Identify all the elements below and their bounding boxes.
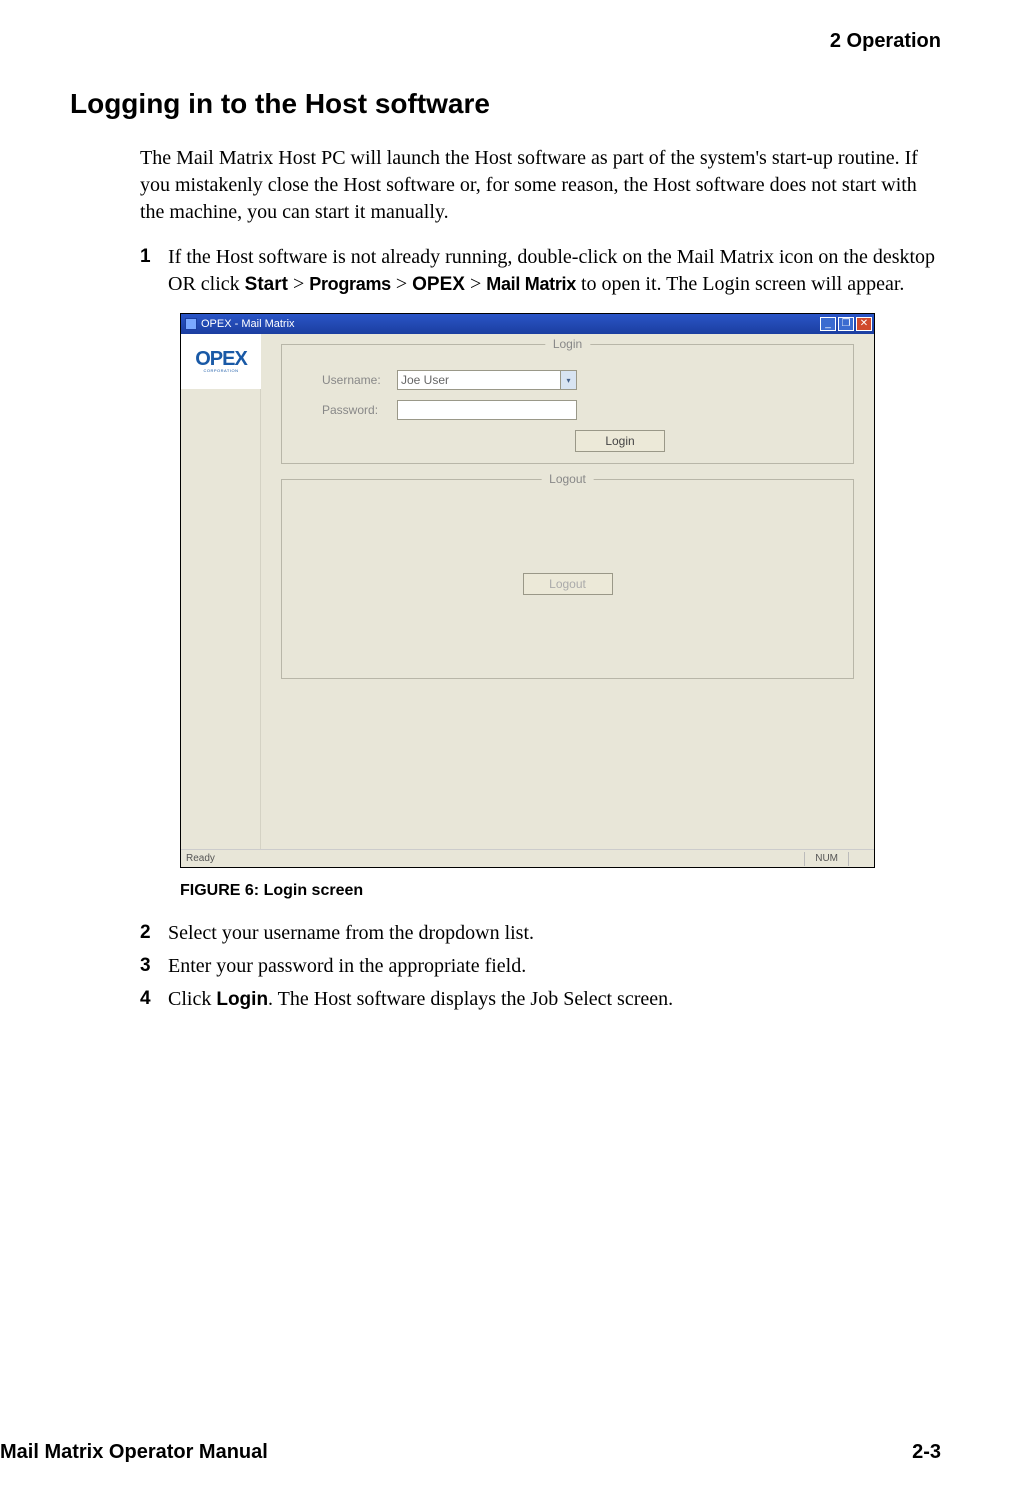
titlebar: OPEX - Mail Matrix _ ❐ ✕ xyxy=(181,314,874,334)
statusbar: Ready NUM xyxy=(181,849,874,867)
maximize-button[interactable]: ❐ xyxy=(838,317,854,331)
app-icon xyxy=(185,318,197,330)
sidebar: OPEX CORPORATION xyxy=(181,334,261,849)
username-dropdown[interactable]: Joe User ▾ xyxy=(397,370,577,390)
app-window: OPEX - Mail Matrix _ ❐ ✕ OPEX CORPORATIO… xyxy=(180,313,875,868)
logout-group: Logout Logout xyxy=(281,479,854,679)
login-group: Login Username: Joe User ▾ Password: xyxy=(281,344,854,464)
step-4-text: Click Login. The Host software displays … xyxy=(168,986,941,1013)
status-grip xyxy=(848,852,869,866)
figure-caption: FIGURE 6: Login screen xyxy=(180,882,875,900)
step-number: 3 xyxy=(140,953,168,980)
step-2-text: Select your username from the dropdown l… xyxy=(168,920,941,947)
login-button[interactable]: Login xyxy=(575,430,665,452)
close-button[interactable]: ✕ xyxy=(856,317,872,331)
logo-text: OPEX xyxy=(195,350,247,368)
step-2: 2 Select your username from the dropdown… xyxy=(140,920,941,947)
step-1: 1 If the Host software is not already ru… xyxy=(140,244,941,298)
window-title: OPEX - Mail Matrix xyxy=(201,318,820,330)
chevron-down-icon[interactable]: ▾ xyxy=(560,371,576,389)
logo-subtext: CORPORATION xyxy=(204,368,239,373)
login-legend: Login xyxy=(545,337,590,351)
step-number: 4 xyxy=(140,986,168,1013)
intro-paragraph: The Mail Matrix Host PC will launch the … xyxy=(140,145,941,226)
step-number: 1 xyxy=(140,244,168,298)
step-4: 4 Click Login. The Host software display… xyxy=(140,986,941,1013)
minimize-button[interactable]: _ xyxy=(820,317,836,331)
footer-right: 2-3 xyxy=(912,1441,941,1464)
logout-legend: Logout xyxy=(541,472,594,486)
chapter-header: 2 Operation xyxy=(70,30,941,53)
status-num: NUM xyxy=(804,852,848,866)
username-value: Joe User xyxy=(398,373,560,387)
status-ready: Ready xyxy=(186,853,804,864)
password-field[interactable] xyxy=(397,400,577,420)
username-label: Username: xyxy=(322,373,397,387)
step-number: 2 xyxy=(140,920,168,947)
footer-left: Mail Matrix Operator Manual xyxy=(0,1441,268,1464)
logo: OPEX CORPORATION xyxy=(181,334,261,389)
step-1-text: If the Host software is not already runn… xyxy=(168,244,941,298)
logout-button[interactable]: Logout xyxy=(523,573,613,595)
section-title: Logging in to the Host software xyxy=(70,88,941,120)
figure-6: OPEX - Mail Matrix _ ❐ ✕ OPEX CORPORATIO… xyxy=(180,313,875,900)
step-3-text: Enter your password in the appropriate f… xyxy=(168,953,941,980)
step-3: 3 Enter your password in the appropriate… xyxy=(140,953,941,980)
password-label: Password: xyxy=(322,403,397,417)
